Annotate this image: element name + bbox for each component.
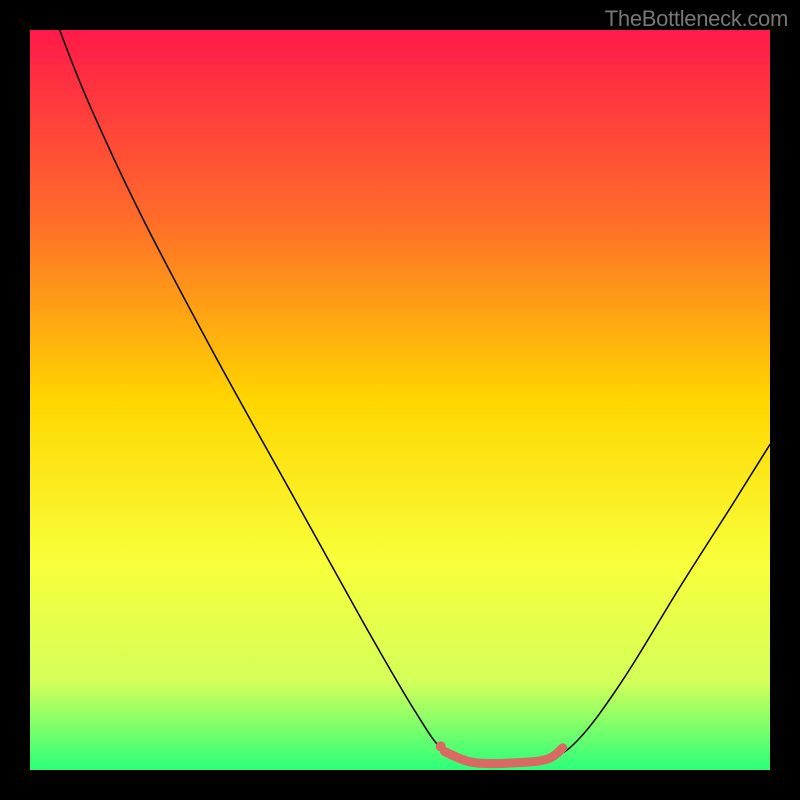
watermark-text: TheBottleneck.com [605, 6, 788, 32]
chart-svg [30, 30, 770, 770]
chart-frame: TheBottleneck.com [0, 0, 800, 800]
plot-area [30, 30, 770, 770]
marker-dot [436, 741, 446, 751]
chart-background [30, 30, 770, 770]
